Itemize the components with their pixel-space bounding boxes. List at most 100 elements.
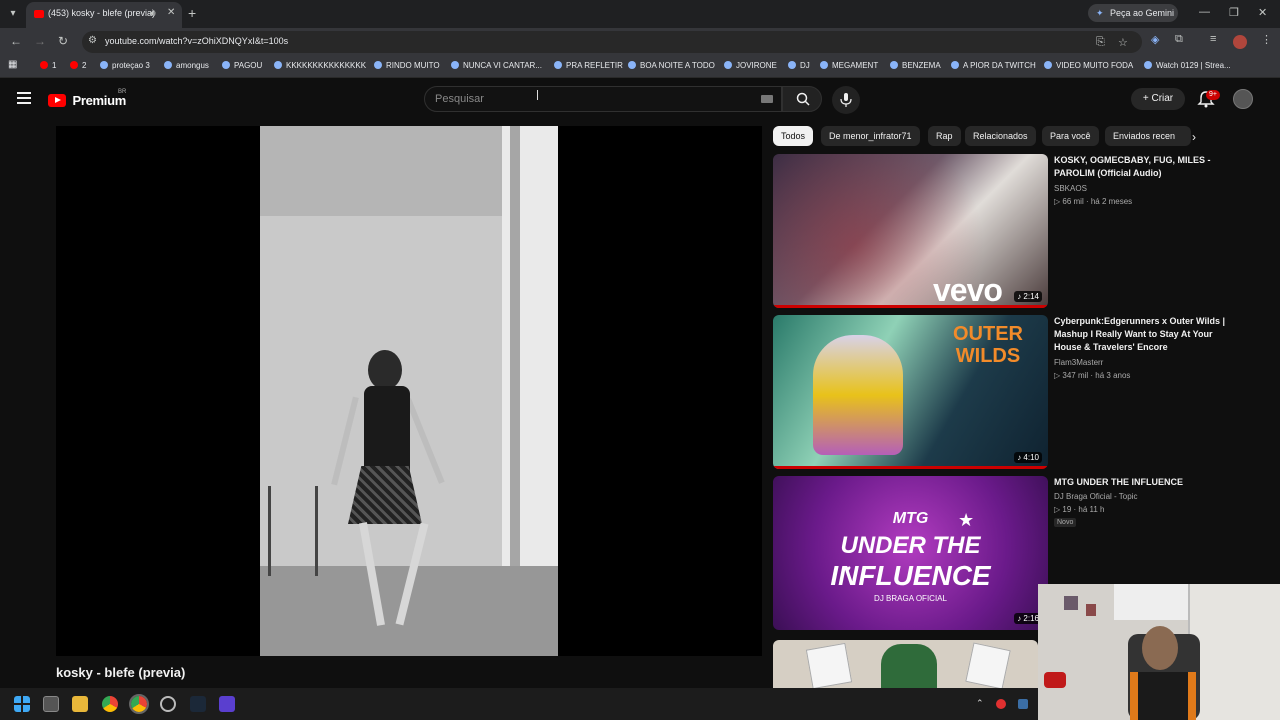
voice-search-button[interactable] bbox=[832, 86, 860, 114]
watch-progress-bar bbox=[773, 305, 1048, 308]
tray-chevron-up-icon[interactable]: ⌃ bbox=[976, 698, 984, 709]
bookmark-item[interactable]: BENZEMA bbox=[890, 61, 941, 70]
thumbnail-card bbox=[965, 642, 1011, 688]
notification-badge: 9+ bbox=[1206, 90, 1220, 100]
speaker-icon[interactable]: 🔊︎ bbox=[150, 8, 156, 19]
back-icon[interactable]: ← bbox=[10, 34, 22, 48]
obs-app-icon[interactable] bbox=[219, 696, 235, 712]
browser-tab[interactable]: (453) kosky - blefe (previa) 🔊︎ ✕ bbox=[26, 2, 182, 28]
video-player[interactable] bbox=[56, 126, 762, 656]
channel-name[interactable]: DJ Braga Oficial - Topic bbox=[1054, 492, 1137, 501]
bookmark-item[interactable]: Watch 0129 | Strea... bbox=[1144, 61, 1231, 70]
account-avatar[interactable] bbox=[1233, 89, 1253, 109]
video-thumbnail[interactable]: OUTER WILDS ♪ 4:10 bbox=[773, 315, 1048, 469]
channel-name[interactable]: SBKAOS bbox=[1054, 184, 1087, 193]
recommendation-title[interactable]: MTG UNDER THE INFLUENCE bbox=[1054, 476, 1224, 489]
settings-icon[interactable] bbox=[160, 696, 176, 712]
windows-start-icon[interactable] bbox=[14, 696, 30, 712]
browser-tab-strip: ▾ (453) kosky - blefe (previa) 🔊︎ ✕ + ✦ … bbox=[0, 0, 1280, 28]
video-meta: ▷ 66 mil · há 2 meses bbox=[1054, 197, 1133, 206]
search-input[interactable]: Pesquisar bbox=[424, 86, 782, 112]
video-thumbnail[interactable]: vevo ♪ 2:14 bbox=[773, 154, 1048, 308]
bookmark-item[interactable]: BOA NOITE A TODO bbox=[628, 61, 715, 70]
video-meta: ▷ 19 · há 11 h bbox=[1054, 505, 1105, 514]
menu-icon[interactable] bbox=[17, 92, 31, 104]
bookmark-item[interactable]: RINDO MUITO bbox=[374, 61, 440, 70]
bookmark-item[interactable]: PAGOU bbox=[222, 61, 262, 70]
site-info-icon[interactable]: ⚙ bbox=[88, 35, 97, 46]
reload-icon[interactable]: ↻ bbox=[58, 34, 68, 48]
restore-icon[interactable]: ❐ bbox=[1229, 6, 1239, 19]
video-frame[interactable] bbox=[260, 126, 558, 656]
bookmark-favicon-icon bbox=[724, 61, 732, 69]
apps-grid-icon[interactable]: ▦ bbox=[8, 59, 17, 70]
calculator-icon[interactable] bbox=[43, 696, 59, 712]
chip-channel[interactable]: De menor_infrator71 bbox=[821, 126, 920, 146]
chip-para-voce[interactable]: Para você bbox=[1042, 126, 1099, 146]
chrome-active-icon[interactable] bbox=[129, 694, 149, 714]
bookmark-item[interactable]: PRA REFLETIR bbox=[554, 61, 623, 70]
more-menu-icon[interactable]: ⋮ bbox=[1261, 33, 1272, 46]
gemini-label: Peça ao Gemini bbox=[1110, 8, 1175, 18]
star-icon: ★ bbox=[958, 510, 975, 530]
chrome-icon[interactable] bbox=[102, 696, 118, 712]
new-tab-icon[interactable]: + bbox=[188, 5, 196, 21]
install-app-icon[interactable]: ⎘ bbox=[1096, 36, 1105, 49]
steam-icon[interactable] bbox=[190, 696, 206, 712]
close-window-icon[interactable]: ✕ bbox=[1258, 6, 1267, 19]
minimize-icon[interactable]: — bbox=[1199, 6, 1210, 18]
bookmark-item[interactable]: VIDEO MUITO FODA bbox=[1044, 61, 1133, 70]
microphone-icon bbox=[840, 93, 852, 107]
chip-relacionados[interactable]: Relacionados bbox=[965, 126, 1036, 146]
chip-rap[interactable]: Rap bbox=[928, 126, 961, 146]
close-tab-icon[interactable]: ✕ bbox=[167, 7, 175, 18]
gemini-button[interactable]: ✦ Peça ao Gemini bbox=[1088, 4, 1178, 22]
bookmark-favicon-icon bbox=[820, 61, 828, 69]
bookmark-star-icon[interactable]: ☆ bbox=[1118, 36, 1128, 49]
youtube-premium-logo[interactable]: Premium BR bbox=[48, 89, 126, 110]
file-explorer-icon[interactable] bbox=[72, 696, 88, 712]
forward-icon[interactable]: → bbox=[34, 34, 46, 48]
bookmark-favicon-icon bbox=[451, 61, 459, 69]
bookmark-item[interactable]: KKKKKKKKKKKKKKK bbox=[274, 61, 366, 70]
bookmark-favicon-icon bbox=[1044, 61, 1052, 69]
chevron-right-icon[interactable]: › bbox=[1192, 130, 1196, 144]
tray-record-icon[interactable] bbox=[996, 699, 1006, 709]
video-thumbnail[interactable]: MTG UNDER THE INFLUENCE DJ BRAGA OFICIAL… bbox=[773, 476, 1048, 630]
bookmark-item[interactable]: A PIOR DA TWITCH bbox=[951, 61, 1036, 70]
bookmark-favicon-icon bbox=[890, 61, 898, 69]
recommendation-thumbnail-partial[interactable] bbox=[773, 640, 1038, 688]
bookmark-item[interactable]: MEGAMENT bbox=[820, 61, 878, 70]
thumb-influence-text: INFLUENCE bbox=[830, 560, 991, 591]
recommendation-item[interactable]: OUTER WILDS ♪ 4:10 Cyberpunk:Edgerunners… bbox=[773, 315, 1273, 471]
bookmark-item[interactable]: amongus bbox=[164, 61, 209, 70]
media-control-icon[interactable]: ≡ bbox=[1210, 33, 1216, 45]
tab-search-icon[interactable]: ▾ bbox=[4, 6, 22, 22]
channel-name[interactable]: Flam3Masterr bbox=[1054, 358, 1103, 367]
recommendation-title[interactable]: KOSKY, OGMECBABY, FUG, MILES - PAROLIM (… bbox=[1054, 154, 1224, 180]
chip-todos[interactable]: Todos bbox=[773, 126, 814, 146]
bookmark-item[interactable]: DJ bbox=[788, 61, 810, 70]
recommendation-item[interactable]: vevo ♪ 2:14 KOSKY, OGMECBABY, FUG, MILES… bbox=[773, 154, 1273, 310]
video-chair bbox=[268, 486, 318, 576]
address-bar[interactable]: ⚙ youtube.com/watch?v=zOhiXDNQYxI&t=100s… bbox=[82, 31, 1142, 53]
bookmark-item[interactable]: NUNCA VI CANTAR... bbox=[451, 61, 542, 70]
profile-avatar-icon[interactable] bbox=[1233, 35, 1247, 49]
search-icon bbox=[796, 92, 810, 106]
gemini-sparkle-icon: ✦ bbox=[1096, 8, 1104, 18]
bookmark-item[interactable]: 1 bbox=[40, 61, 56, 70]
recommendation-title[interactable]: Cyberpunk:Edgerunners x Outer Wilds | Ma… bbox=[1054, 315, 1234, 354]
keyboard-icon[interactable] bbox=[761, 95, 773, 103]
extension-icon[interactable]: ◈ bbox=[1151, 33, 1159, 46]
extensions-puzzle-icon[interactable]: ⧉ bbox=[1175, 33, 1183, 46]
tray-steam-icon[interactable] bbox=[1018, 699, 1028, 709]
search-button[interactable] bbox=[782, 86, 822, 112]
bookmark-item[interactable]: 2 bbox=[70, 61, 86, 70]
dancer-body bbox=[364, 386, 410, 476]
chip-enviados[interactable]: Enviados recen bbox=[1105, 126, 1191, 146]
bookmark-item[interactable]: JOVIRONE bbox=[724, 61, 777, 70]
webcam-person-head bbox=[1142, 626, 1178, 670]
bookmark-item[interactable]: proteçao 3 bbox=[100, 61, 150, 70]
create-button[interactable]: + Criar bbox=[1131, 88, 1185, 110]
bookmark-favicon-icon bbox=[374, 61, 382, 69]
